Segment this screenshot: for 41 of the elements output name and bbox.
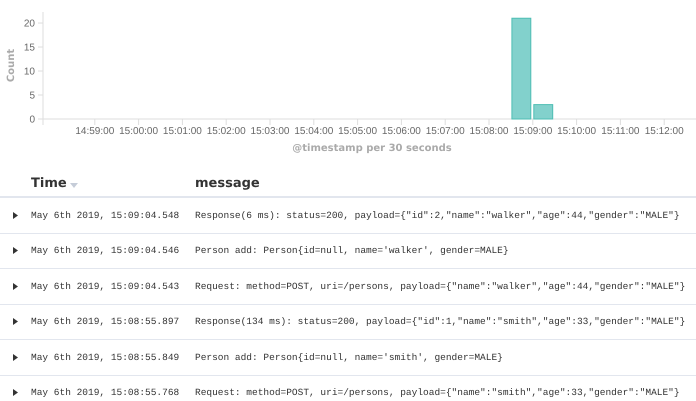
expand-caret-icon[interactable] (13, 354, 18, 361)
expand-caret-icon[interactable] (13, 212, 18, 219)
expand-caret-icon[interactable] (13, 282, 18, 290)
column-header[interactable]: Time (31, 176, 67, 190)
column-header[interactable]: message (195, 176, 260, 190)
y-tick-label: 15 (24, 42, 35, 54)
x-tick-label: 15:09:00 (513, 126, 552, 137)
expand-caret-icon[interactable] (13, 247, 18, 254)
x-tick-label: 15:00:00 (119, 126, 158, 137)
x-tick-label: 15:01:00 (162, 126, 202, 137)
x-tick-label: 14:59:00 (75, 126, 114, 137)
x-tick-label: 15:10:00 (557, 126, 596, 137)
time-cell-text: May 6th 2019, 15:09:04.546 (31, 245, 180, 256)
x-tick-label: 15:03:00 (250, 126, 290, 137)
expand-caret-icon[interactable] (13, 389, 18, 396)
x-axis-label: @timestamp per 30 seconds (292, 143, 452, 154)
y-tick-label: 0 (29, 114, 35, 126)
time-cell-text: May 6th 2019, 15:08:55.849 (31, 352, 180, 363)
time-cell-text: May 6th 2019, 15:09:04.548 (31, 210, 180, 221)
x-tick-label: 15:02:00 (206, 126, 246, 137)
message-cell: Person add: Person{id=null, name='smith', gender=MALE} (195, 352, 503, 363)
x-tick-label: 15:05:00 (338, 126, 378, 137)
x-tick-label: 15:12:00 (644, 126, 684, 137)
time-cell-text: May 6th 2019, 15:08:55.897 (31, 316, 180, 328)
x-tick-label: 15:07:00 (426, 126, 465, 137)
x-tick-label: 15:04:00 (294, 126, 334, 137)
message-cell: Response(134 ms): status=200, payload={"id":1,"name":"smith","age":33,"gender":"MALE"} (195, 316, 686, 328)
x-tick-label: 15:11:00 (601, 126, 640, 137)
time-cell-text: May 6th 2019, 15:09:04.543 (31, 280, 180, 292)
y-tick-label: 20 (24, 18, 35, 30)
y-tick-label: 5 (29, 90, 35, 102)
message-cell: Request: method=POST, uri=/persons, payload={"name":"smith","age":33,"gender":"MALE"} (195, 387, 680, 398)
x-tick-label: 15:08:00 (470, 126, 508, 137)
time-cell-text: May 6th 2019, 15:08:55.768 (31, 387, 180, 398)
message-cell: Response(6 ms): status=200, payload={"id":2,"name":"walker","age":44,"gender":"MALE"} (195, 210, 680, 221)
y-tick-label: 10 (24, 66, 35, 78)
y-axis-label: Count (6, 48, 17, 82)
message-cell: Person add: Person{id=null, name='walker', gender=MALE} (195, 245, 509, 256)
message-cell: Request: method=POST, uri=/persons, payload={"name":"walker","age":44,"gender":"MALE"} (195, 280, 686, 292)
expand-caret-icon[interactable] (13, 318, 18, 326)
x-tick-label: 15:06:00 (382, 126, 421, 137)
